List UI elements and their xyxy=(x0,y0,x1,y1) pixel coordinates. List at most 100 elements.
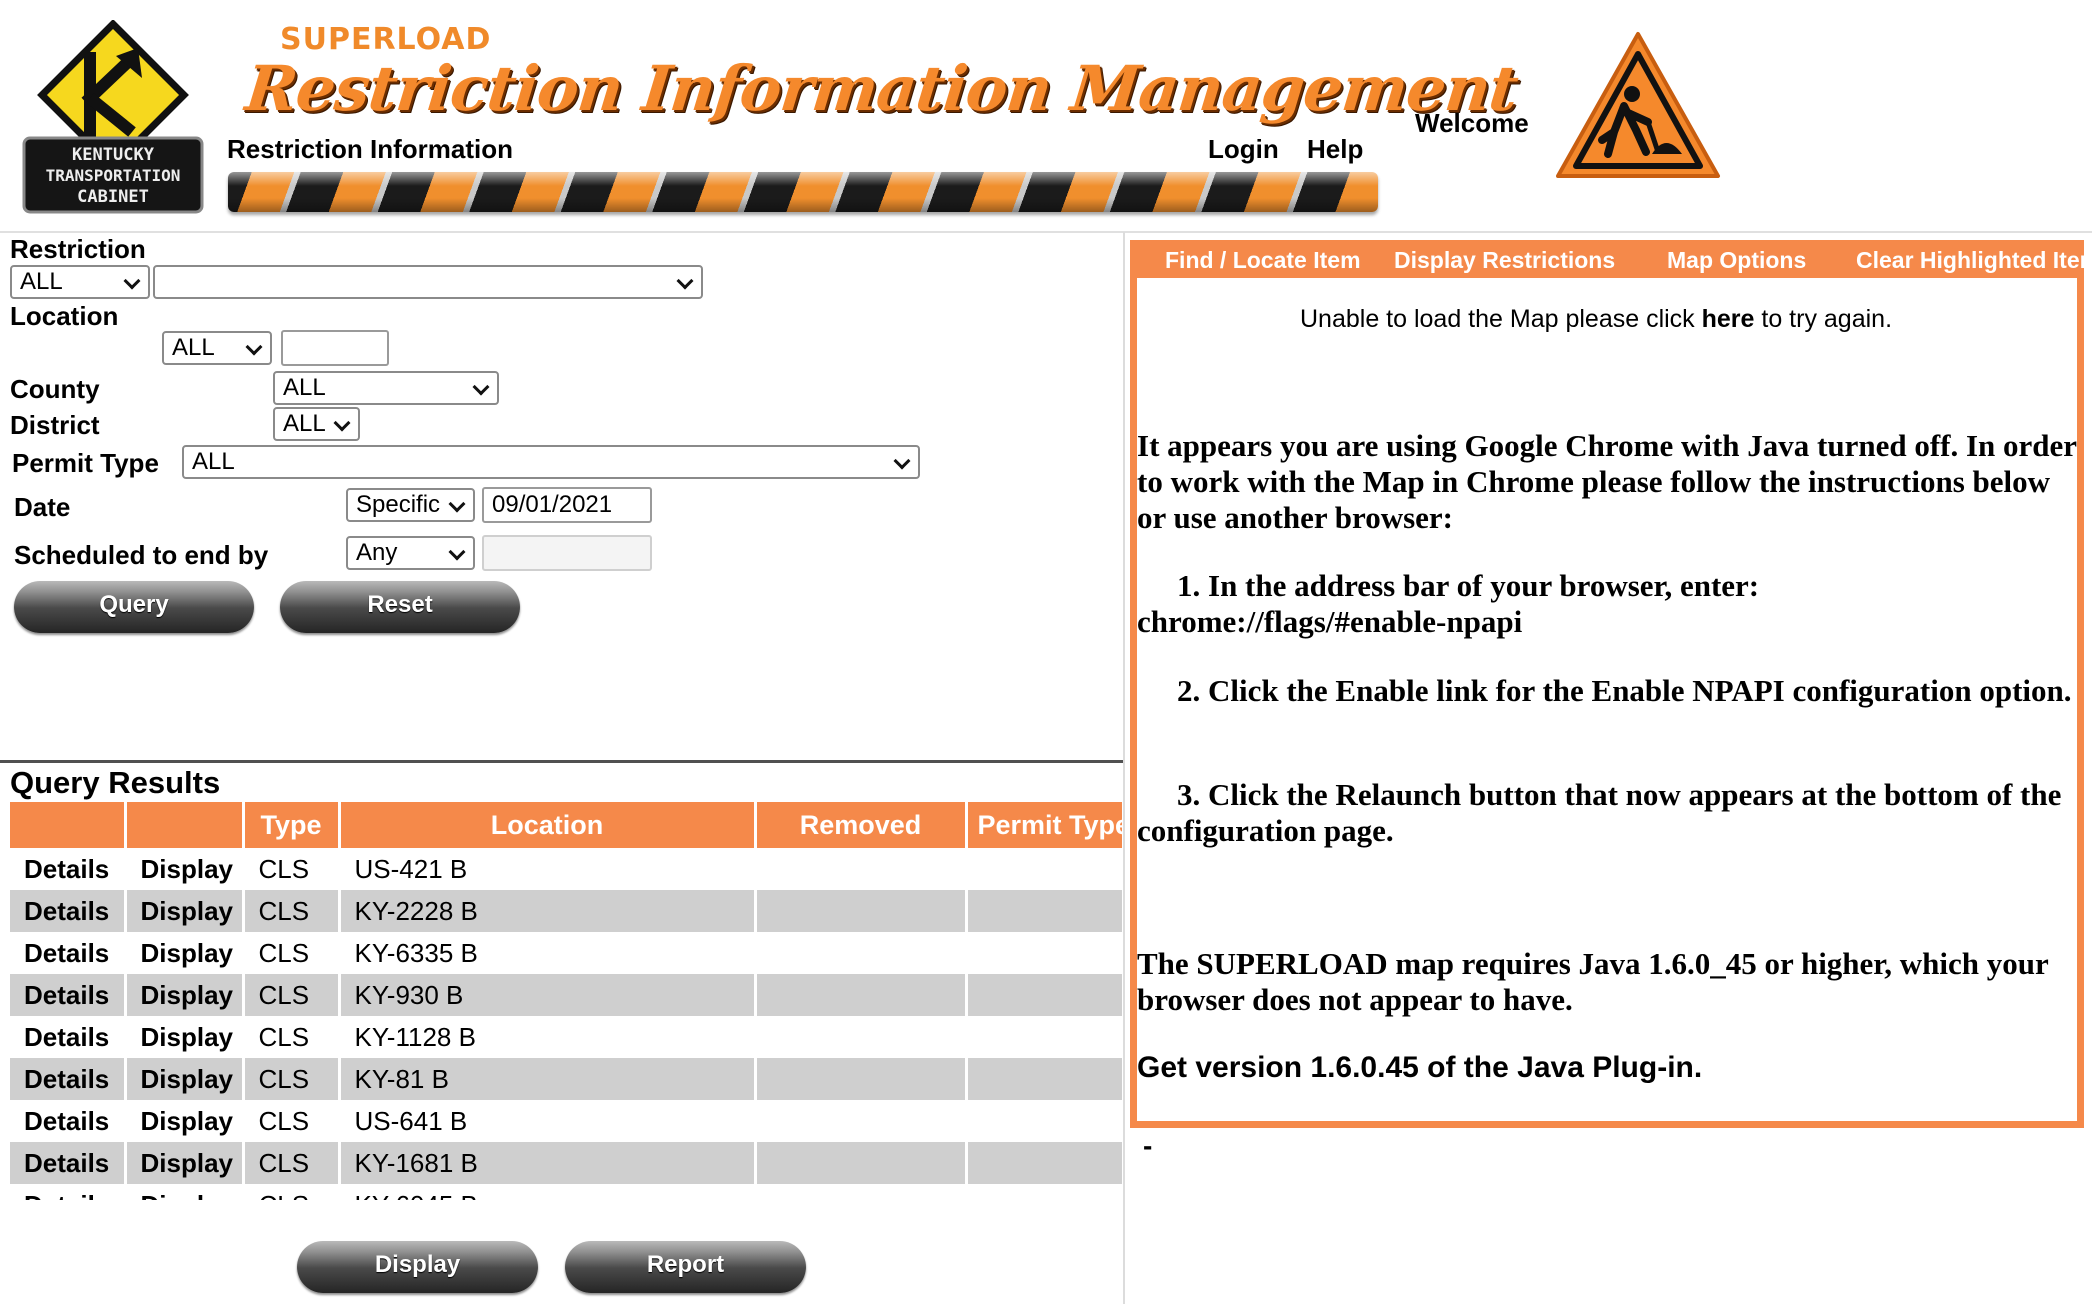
location-type-select[interactable]: ALL xyxy=(162,331,272,365)
map-toolbar: Find / Locate Item Display Restrictions … xyxy=(1130,240,2092,280)
display-link[interactable]: Display xyxy=(125,1100,245,1142)
step-1-url: chrome://flags/#enable-npapi xyxy=(1137,604,1523,639)
permit-type-cell xyxy=(966,1142,1122,1184)
col-header-permit-type[interactable]: Permit Type xyxy=(966,802,1122,848)
step-3-text: 3. Click the Relaunch button that now ap… xyxy=(1137,777,2062,848)
type-cell: CLS xyxy=(243,890,341,932)
location-cell: US-421 B xyxy=(339,848,757,890)
location-cell: KY-930 B xyxy=(339,974,757,1016)
details-link[interactable]: Details xyxy=(10,1100,127,1142)
removed-cell xyxy=(755,974,968,1016)
location-label: Location xyxy=(10,301,119,331)
permit-type-label: Permit Type xyxy=(12,448,159,478)
restriction-select[interactable] xyxy=(153,265,703,299)
table-row: Details Display CLS KY-2228 B xyxy=(10,890,1122,932)
col-header-location[interactable]: Location xyxy=(339,802,757,848)
login-link[interactable]: Login xyxy=(1208,134,1279,165)
table-row: Details Display CLS KY-930 B xyxy=(10,974,1122,1016)
display-link[interactable]: Display xyxy=(125,974,245,1016)
details-link[interactable]: Details xyxy=(10,974,127,1016)
removed-cell xyxy=(755,1016,968,1058)
district-select[interactable]: ALL xyxy=(273,407,360,441)
help-link[interactable]: Help xyxy=(1307,134,1363,165)
report-button[interactable]: Report xyxy=(565,1241,806,1293)
map-load-message: Unable to load the Map please click here… xyxy=(1300,305,1892,334)
logo-line-2: TRANSPORTATION xyxy=(46,166,181,185)
panel-divider xyxy=(1123,232,1125,1304)
step-2-text: 2. Click the Enable link for the Enable … xyxy=(1177,673,2072,708)
display-button[interactable]: Display xyxy=(297,1241,538,1293)
tab-map-options[interactable]: Map Options xyxy=(1667,240,1806,280)
welcome-text: Welcome xyxy=(1415,108,1529,138)
table-row: Details Display CLS US-421 B xyxy=(10,848,1122,890)
details-link[interactable]: Details xyxy=(10,890,127,932)
permit-type-cell xyxy=(966,1184,1122,1200)
table-row: Details Display CLS KY-81 B xyxy=(10,1058,1122,1100)
instruction-step-1: 1. In the address bar of your browser, e… xyxy=(1137,568,2077,640)
details-link[interactable]: Details xyxy=(10,932,127,974)
java-plugin-link[interactable]: Get version 1.6.0.45 of the Java Plug-in… xyxy=(1137,1051,1702,1085)
details-link[interactable]: Details xyxy=(10,1016,127,1058)
tab-find-locate-item[interactable]: Find / Locate Item xyxy=(1165,240,1361,280)
type-cell: CLS xyxy=(243,974,341,1016)
table-row: Details Display CLS KY-1681 B xyxy=(10,1142,1122,1184)
restriction-label: Restriction xyxy=(10,234,146,264)
tab-display-restrictions[interactable]: Display Restrictions xyxy=(1394,240,1615,280)
footer-dash: - xyxy=(1143,1130,1153,1161)
date-input[interactable]: 09/01/2021 xyxy=(482,487,652,523)
removed-cell xyxy=(755,1184,968,1200)
header-divider xyxy=(0,231,2092,233)
display-link[interactable]: Display xyxy=(125,890,245,932)
permit-type-select[interactable]: ALL xyxy=(182,445,920,479)
location-type-value: ALL xyxy=(172,334,215,361)
location-cell: KY-2228 B xyxy=(339,890,757,932)
road-work-sign-icon xyxy=(1556,32,1720,178)
retry-link[interactable]: here xyxy=(1702,305,1755,333)
district-label: District xyxy=(10,410,100,440)
reset-button[interactable]: Reset xyxy=(280,581,520,633)
display-link[interactable]: Display xyxy=(125,848,245,890)
permit-type-cell xyxy=(966,1058,1122,1100)
logo-line-1: KENTUCKY xyxy=(72,145,155,165)
chrome-java-note: It appears you are using Google Chrome w… xyxy=(1137,428,2077,535)
map-load-suffix: to try again. xyxy=(1754,305,1893,333)
query-button[interactable]: Query xyxy=(14,581,254,633)
display-link[interactable]: Display xyxy=(125,1016,245,1058)
display-link[interactable]: Display xyxy=(125,932,245,974)
location-cell: KY-1128 B xyxy=(339,1016,757,1058)
county-label: County xyxy=(10,374,100,404)
results-table-container[interactable]: Type Location Removed Permit Type Detail… xyxy=(10,802,1122,1200)
display-link[interactable]: Display xyxy=(125,1058,245,1100)
details-link[interactable]: Details xyxy=(10,848,127,890)
restriction-type-select[interactable]: ALL xyxy=(10,265,150,299)
end-date-input[interactable] xyxy=(482,535,652,571)
table-row: Details Display CLS KY-6335 B xyxy=(10,932,1122,974)
type-cell: CLS xyxy=(243,1058,341,1100)
end-mode-select[interactable]: Any xyxy=(346,536,475,570)
date-mode-select[interactable]: Specific xyxy=(346,488,475,522)
results-header-row: Type Location Removed Permit Type xyxy=(10,802,1122,848)
details-link[interactable]: Details xyxy=(10,1184,127,1200)
display-link[interactable]: Display xyxy=(125,1142,245,1184)
details-link[interactable]: Details xyxy=(10,1058,127,1100)
location-input[interactable] xyxy=(281,330,389,366)
type-cell: CLS xyxy=(243,932,341,974)
map-load-prefix: Unable to load the Map please click xyxy=(1300,305,1702,333)
display-link[interactable]: Display xyxy=(125,1184,245,1200)
col-header-type[interactable]: Type xyxy=(243,802,341,848)
instruction-step-2: 2. Click the Enable link for the Enable … xyxy=(1137,673,2077,709)
col-header-removed[interactable]: Removed xyxy=(755,802,968,848)
results-table: Type Location Removed Permit Type Detail… xyxy=(10,802,1122,1200)
tab-clear-highlighted-items[interactable]: Clear Highlighted Items xyxy=(1856,240,2092,280)
col-header-details xyxy=(10,802,127,848)
app-title: Restriction Information Management xyxy=(242,52,1521,125)
county-select[interactable]: ALL xyxy=(273,371,499,405)
removed-cell xyxy=(755,890,968,932)
page-heading: Restriction Information xyxy=(227,134,514,164)
permit-type-cell xyxy=(966,848,1122,890)
permit-type-value: ALL xyxy=(192,448,235,475)
table-row: Details Display CLS US-641 B xyxy=(10,1100,1122,1142)
end-by-label: Scheduled to end by xyxy=(14,540,269,570)
removed-cell xyxy=(755,1100,968,1142)
details-link[interactable]: Details xyxy=(10,1142,127,1184)
